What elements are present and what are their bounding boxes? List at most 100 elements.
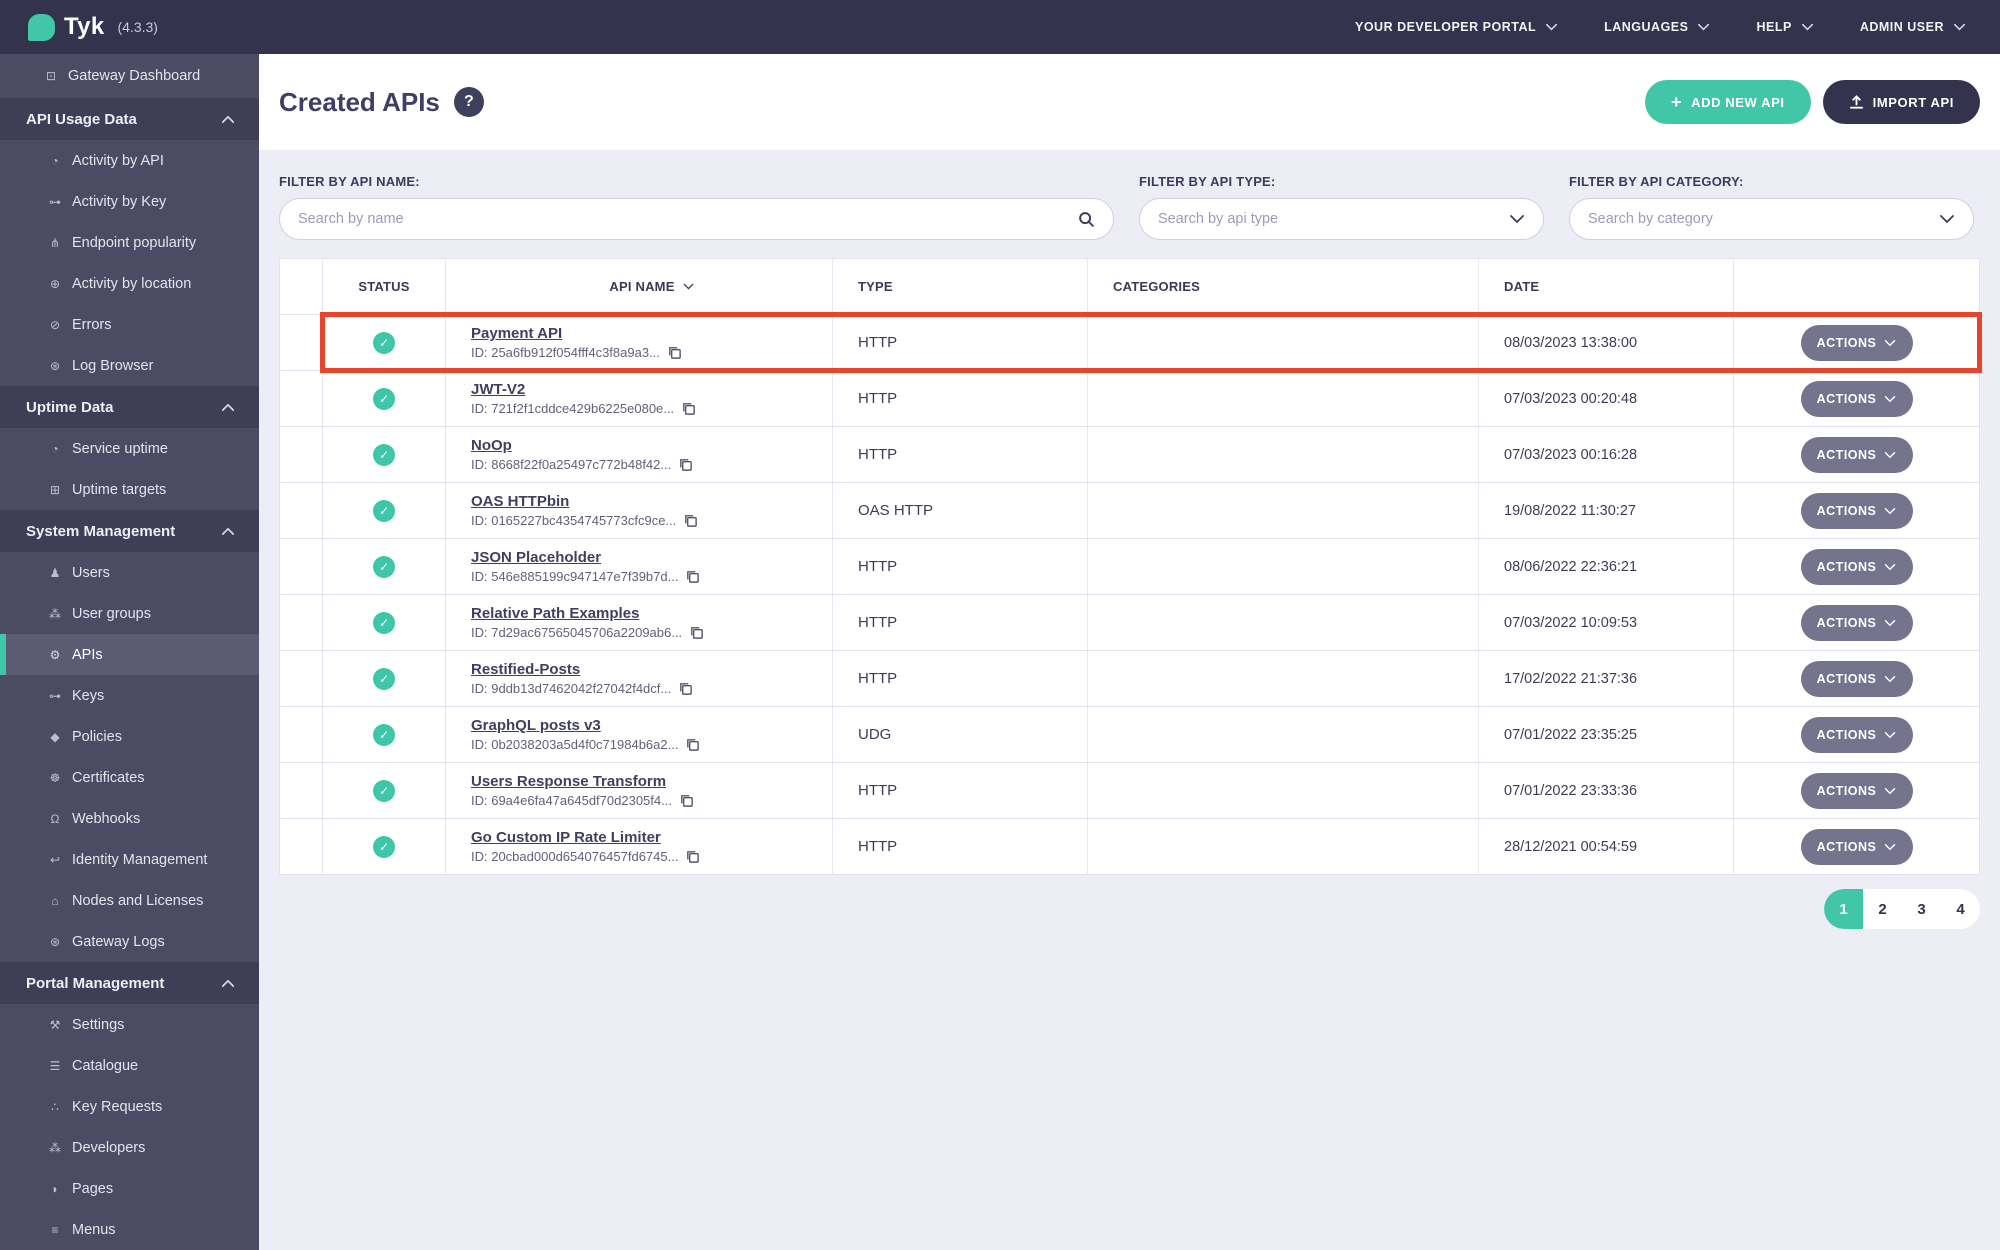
status-ok-icon: ✓ xyxy=(373,499,395,522)
copy-icon[interactable] xyxy=(678,457,693,472)
app-version: (4.3.3) xyxy=(117,19,158,35)
api-name-link[interactable]: Users Response Transform xyxy=(471,773,666,790)
sidebar-item-identity-management[interactable]: ↩ Identity Management xyxy=(0,839,259,880)
topbar-menu-languages[interactable]: LANGUAGES xyxy=(1604,20,1710,34)
column-categories: CATEGORIES xyxy=(1088,259,1479,314)
copy-icon[interactable] xyxy=(681,401,696,416)
sidebar-item-gateway-dashboard[interactable]: ⊡ Gateway Dashboard xyxy=(0,54,259,98)
sidebar-item-log-browser[interactable]: ⊛ Log Browser xyxy=(0,345,259,386)
api-name-link[interactable]: JSON Placeholder xyxy=(471,549,601,566)
sidebar-item-gateway-logs[interactable]: ⊛ Gateway Logs xyxy=(0,921,259,962)
plus-icon: + xyxy=(1671,91,1683,112)
help-icon[interactable]: ? xyxy=(453,87,484,117)
sidebar-item-errors[interactable]: ⊘ Errors xyxy=(0,304,259,345)
actions-button[interactable]: ACTIONS xyxy=(1800,828,1913,865)
sidebar-item-policies[interactable]: ◆ Policies xyxy=(0,716,259,757)
copy-icon[interactable] xyxy=(667,345,682,360)
sidebar-item-developers[interactable]: ⁂ Developers xyxy=(0,1127,259,1168)
sort-chevron-icon[interactable] xyxy=(683,283,694,290)
sidebar-item-nodes-and-licenses[interactable]: ⌂ Nodes and Licenses xyxy=(0,880,259,921)
sidebar-item-webhooks[interactable]: Ω Webhooks xyxy=(0,798,259,839)
api-name-link[interactable]: Go Custom IP Rate Limiter xyxy=(471,829,661,846)
actions-button[interactable]: ACTIONS xyxy=(1800,436,1913,473)
sidebar-item-service-uptime[interactable]: ◔ Service uptime xyxy=(0,428,259,469)
status-ok-icon: ✓ xyxy=(373,443,395,466)
api-name-link[interactable]: NoOp xyxy=(471,437,512,454)
sidebar-item-catalogue[interactable]: ☰ Catalogue xyxy=(0,1045,259,1086)
topbar-menu-your-developer-portal[interactable]: YOUR DEVELOPER PORTAL xyxy=(1355,20,1558,34)
sidebar-item-key-requests[interactable]: ∴ Key Requests xyxy=(0,1086,259,1127)
api-name-link[interactable]: Restified-Posts xyxy=(471,661,580,678)
page-button-1[interactable]: 1 xyxy=(1824,889,1863,929)
search-by-name-input[interactable] xyxy=(298,211,1078,227)
copy-icon[interactable] xyxy=(685,849,700,864)
sidebar-item-users[interactable]: ♟ Users xyxy=(0,552,259,593)
sidebar-item-certificates[interactable]: ☸ Certificates xyxy=(0,757,259,798)
topbar-menu-admin-user[interactable]: ADMIN USER xyxy=(1860,20,1966,34)
topbar-menu-help[interactable]: HELP xyxy=(1756,20,1813,34)
api-type-select[interactable]: Search by api type xyxy=(1139,198,1544,240)
sidebar-section-api-usage-data[interactable]: API Usage Data xyxy=(0,98,259,140)
sidebar-item-activity-by-key[interactable]: ⊶ Activity by Key xyxy=(0,181,259,222)
brand[interactable]: Tyk (4.3.3) xyxy=(28,13,158,41)
api-id-text: ID: 0b2038203a5d4f0c71984b6a2... xyxy=(471,737,679,752)
sidebar-item-activity-by-api[interactable]: ◔ Activity by API xyxy=(0,140,259,181)
api-name-link[interactable]: OAS HTTPbin xyxy=(471,493,569,510)
sidebar-item-activity-by-location[interactable]: ⊕ Activity by location xyxy=(0,263,259,304)
table-row-go-custom-ip-rate-limiter: ✓ Go Custom IP Rate Limiter ID: 20cbad00… xyxy=(280,819,1979,875)
status-ok-icon: ✓ xyxy=(373,835,395,858)
api-type: HTTP xyxy=(833,315,1088,370)
actions-button[interactable]: ACTIONS xyxy=(1800,324,1913,361)
copy-icon[interactable] xyxy=(678,681,693,696)
copy-icon[interactable] xyxy=(685,737,700,752)
sidebar-item-settings[interactable]: ⚒ Settings xyxy=(0,1004,259,1045)
gauge-icon: ◔ xyxy=(51,153,59,168)
sidebar-item-apis[interactable]: ⚙ APIs xyxy=(0,634,259,675)
error-icon: ⊘ xyxy=(49,317,61,332)
row-spacer xyxy=(280,763,323,818)
column-api-name[interactable]: API NAME xyxy=(446,259,833,314)
api-name-link[interactable]: GraphQL posts v3 xyxy=(471,717,601,734)
api-name-link[interactable]: JWT-V2 xyxy=(471,381,525,398)
add-new-api-button[interactable]: + ADD NEW API xyxy=(1645,80,1811,124)
page-button-4[interactable]: 4 xyxy=(1941,889,1980,929)
filter-api-name-label: FILTER BY API NAME: xyxy=(279,174,420,189)
filter-api-category: FILTER BY API CATEGORY: Search by catego… xyxy=(1569,174,1974,240)
page-button-3[interactable]: 3 xyxy=(1902,889,1941,929)
table-row-payment-api: ✓ Payment API ID: 25a6fb912f054fff4c3f8a… xyxy=(280,312,1982,373)
copy-icon[interactable] xyxy=(685,569,700,584)
api-name-link[interactable]: Payment API xyxy=(471,325,562,342)
column-actions xyxy=(1734,259,1979,314)
actions-button[interactable]: ACTIONS xyxy=(1800,604,1913,641)
row-main: ✓ Relative Path Examples ID: 7d29ac67565… xyxy=(323,595,1979,650)
page-button-2[interactable]: 2 xyxy=(1863,889,1902,929)
sidebar-section-uptime-data[interactable]: Uptime Data xyxy=(0,386,259,428)
sidebar-item-uptime-targets[interactable]: ⊞ Uptime targets xyxy=(0,469,259,510)
actions-button[interactable]: ACTIONS xyxy=(1800,380,1913,417)
import-api-button[interactable]: IMPORT API xyxy=(1822,80,1980,124)
actions-button[interactable]: ACTIONS xyxy=(1800,716,1913,753)
pagination: 1234 xyxy=(1824,889,1980,929)
actions-button[interactable]: ACTIONS xyxy=(1800,548,1913,585)
filter-api-category-label: FILTER BY API CATEGORY: xyxy=(1569,174,1744,189)
search-icon[interactable] xyxy=(1078,211,1095,228)
copy-icon[interactable] xyxy=(683,513,698,528)
globe-icon: ⊕ xyxy=(49,276,61,291)
sidebar-section-portal-management[interactable]: Portal Management xyxy=(0,962,259,1004)
sidebar-item-pages[interactable]: ◗ Pages xyxy=(0,1168,259,1209)
copy-icon[interactable] xyxy=(689,625,704,640)
sidebar-section-system-management[interactable]: System Management xyxy=(0,510,259,552)
sidebar-item-endpoint-popularity[interactable]: ⋔ Endpoint popularity xyxy=(0,222,259,263)
sidebar-item-keys[interactable]: ⊶ Keys xyxy=(0,675,259,716)
sidebar-item-menus[interactable]: ≡ Menus xyxy=(0,1209,259,1250)
filter-api-name: FILTER BY API NAME: xyxy=(279,174,1114,240)
copy-icon[interactable] xyxy=(679,793,694,808)
api-name-link[interactable]: Relative Path Examples xyxy=(471,605,639,622)
actions-button[interactable]: ACTIONS xyxy=(1800,492,1913,529)
actions-button[interactable]: ACTIONS xyxy=(1800,772,1913,809)
actions-button[interactable]: ACTIONS xyxy=(1800,660,1913,697)
gears-icon: ⚙ xyxy=(49,647,61,662)
api-category-select[interactable]: Search by category xyxy=(1569,198,1974,240)
sidebar-item-user-groups[interactable]: ⁂ User groups xyxy=(0,593,259,634)
api-categories xyxy=(1088,539,1479,594)
